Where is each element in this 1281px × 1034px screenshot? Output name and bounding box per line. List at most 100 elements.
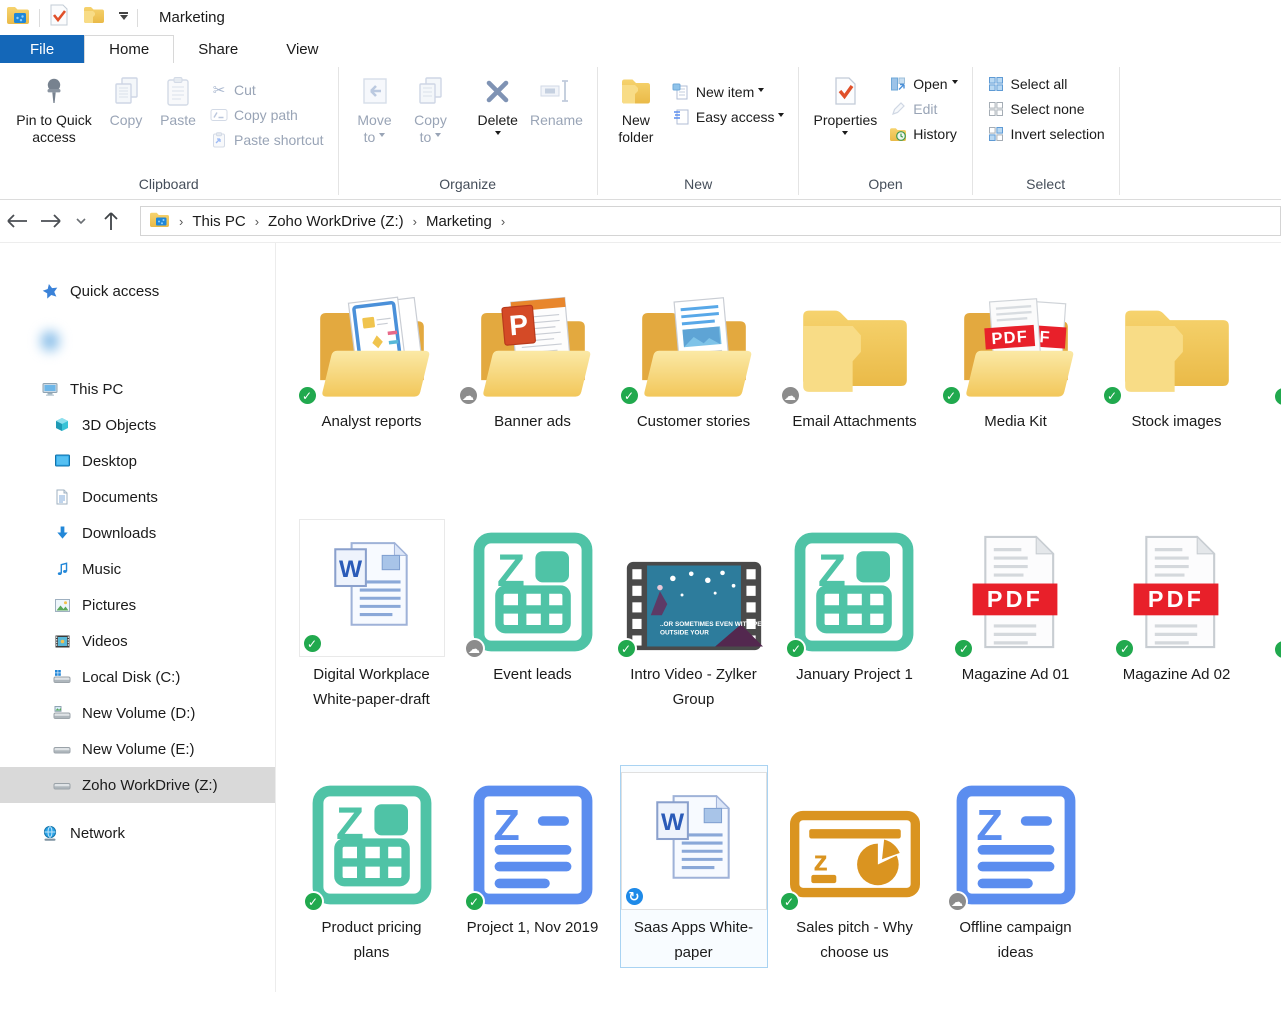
- sidebar-item-new-volume-d[interactable]: New Volume (D:): [0, 695, 275, 731]
- cut-button[interactable]: ✂ Cut: [204, 77, 330, 102]
- sidebar-item-new-volume-e[interactable]: New Volume (E:): [0, 731, 275, 767]
- easy-access-button[interactable]: Easy access: [666, 104, 791, 129]
- group-caption-organize: Organize: [339, 174, 597, 199]
- sidebar-item-zoho-workdrive-z[interactable]: Zoho WorkDrive (Z:): [0, 767, 275, 803]
- file-item-customer-stories[interactable]: ✓ Customer stories: [613, 259, 774, 512]
- sidebar-item-this-pc[interactable]: This PC: [0, 371, 275, 407]
- up-button[interactable]: [94, 211, 128, 231]
- tab-home[interactable]: Home: [84, 35, 174, 63]
- sidebar-item-desktop[interactable]: Desktop: [0, 443, 275, 479]
- sidebar-item-downloads[interactable]: Downloads: [0, 515, 275, 551]
- sidebar-item-label: Pictures: [82, 597, 136, 614]
- paste-shortcut-icon: [210, 132, 228, 148]
- sidebar-item-label: Videos: [82, 633, 128, 650]
- document-icon: [53, 489, 71, 505]
- file-item-digital-workplace-white-paper-draft[interactable]: W ✓ Digital Workplace White-paper-draft: [291, 512, 452, 765]
- move-to-button[interactable]: Move to: [347, 69, 403, 146]
- forward-button[interactable]: [34, 214, 68, 228]
- file-item-stock-images[interactable]: ✓ Stock images: [1096, 259, 1257, 512]
- sidebar-item-label: Local Disk (C:): [82, 669, 180, 686]
- rename-button[interactable]: Rename: [524, 69, 589, 129]
- synced-badge-icon: ✓: [302, 633, 323, 654]
- delete-button[interactable]: Delete: [472, 69, 524, 138]
- sidebar-item-videos[interactable]: Videos: [0, 623, 275, 659]
- tab-share[interactable]: Share: [174, 35, 262, 63]
- navigation-sidebar: Quick access This PC 3D Objects Desktop …: [0, 243, 276, 992]
- syncing-badge-icon: ↻: [624, 886, 645, 907]
- pin-to-quick-access-button[interactable]: Pin to Quick access: [8, 69, 100, 146]
- file-item-label: Digital Workplace White-paper-draft: [301, 662, 443, 714]
- qat-properties-icon[interactable]: [49, 4, 69, 31]
- address-folder-icon: [149, 211, 170, 232]
- sidebar-item-music[interactable]: Music: [0, 551, 275, 587]
- file-item-label: Banner ads: [492, 409, 573, 436]
- copy-button[interactable]: Copy: [100, 69, 152, 129]
- recent-locations-chevron-icon[interactable]: [68, 218, 94, 225]
- qat-customize-dropdown-icon[interactable]: [119, 12, 128, 24]
- file-item-label: Analyst reports: [319, 409, 423, 436]
- new-item-icon: [672, 83, 690, 100]
- sidebar-item-label: Downloads: [82, 525, 156, 542]
- sidebar-item-network[interactable]: Network: [0, 815, 275, 851]
- file-item-label: Event leads: [491, 662, 573, 689]
- ribbon-group-select: Select all Select none Invert selection …: [973, 63, 1119, 199]
- paste-shortcut-button[interactable]: Paste shortcut: [204, 127, 330, 152]
- qat-new-folder-icon[interactable]: [83, 6, 105, 29]
- breadcrumb-zoho-workdrive[interactable]: Zoho WorkDrive (Z:): [268, 213, 404, 230]
- move-to-icon: [361, 72, 388, 110]
- sidebar-item-3d-objects[interactable]: 3D Objects: [0, 407, 275, 443]
- easy-access-icon: [672, 108, 690, 125]
- pdf-icon: PDF: [1123, 532, 1229, 657]
- folder-plain-icon: [789, 293, 921, 404]
- new-folder-button[interactable]: New folder: [606, 69, 666, 146]
- video-icon: ..OR SOMETIMES EVEN WITH PEOPLOUTSIDE YO…: [625, 560, 763, 657]
- sidebar-item-label: Desktop: [82, 453, 137, 470]
- file-item-sales-pitch-why-choose-us[interactable]: z ✓ Sales pitch - Why choose us: [774, 765, 935, 992]
- history-button[interactable]: History: [883, 121, 963, 146]
- files-panel: ✓ Analyst reports P ☁ Banner ads ✓: [276, 243, 1281, 992]
- file-item-project-1-nov-2019[interactable]: Z ✓ Project 1, Nov 2019: [452, 765, 613, 992]
- select-all-button[interactable]: Select all: [981, 71, 1111, 96]
- sidebar-item-quick-access[interactable]: Quick access: [0, 273, 275, 309]
- properties-button[interactable]: Properties: [807, 69, 883, 138]
- file-item-magazine-ad-01[interactable]: PDF ✓ Magazine Ad 01: [935, 512, 1096, 765]
- back-button[interactable]: [0, 214, 34, 228]
- file-item-saas-apps-white-paper[interactable]: W ↻ Saas Apps White-paper: [613, 765, 774, 992]
- sidebar-item-pictures[interactable]: Pictures: [0, 587, 275, 623]
- invert-selection-button[interactable]: Invert selection: [981, 121, 1111, 146]
- address-bar[interactable]: › This PC › Zoho WorkDrive (Z:) › Market…: [140, 206, 1281, 236]
- file-item-label: Saas Apps White-paper: [623, 915, 765, 967]
- tab-file[interactable]: File: [0, 35, 84, 63]
- tab-view[interactable]: View: [262, 35, 342, 63]
- file-item-email-attachments[interactable]: ☁ Email Attachments: [774, 259, 935, 512]
- cloud-badge-icon: ☁: [947, 891, 968, 912]
- sidebar-item-documents[interactable]: Documents: [0, 479, 275, 515]
- synced-badge-icon: ✓: [616, 638, 637, 659]
- folder-ppt-icon: P: [467, 293, 599, 404]
- copy-to-button[interactable]: Copy to: [403, 69, 459, 146]
- download-icon: [53, 525, 71, 541]
- breadcrumb-marketing[interactable]: Marketing: [426, 213, 492, 230]
- synced-badge-icon: ✓: [779, 891, 800, 912]
- copy-path-button[interactable]: Copy path: [204, 102, 330, 127]
- sidebar-item-label: 3D Objects: [82, 417, 156, 434]
- file-item-analyst-reports[interactable]: ✓ Analyst reports: [291, 259, 452, 512]
- svg-text:W: W: [661, 808, 685, 835]
- file-item-event-leads[interactable]: Z ☁ Event leads: [452, 512, 613, 765]
- paste-button[interactable]: Paste: [152, 69, 204, 129]
- breadcrumb-this-pc[interactable]: This PC: [192, 213, 245, 230]
- new-item-button[interactable]: New item: [666, 79, 791, 104]
- file-item-magazine-ad-02[interactable]: PDF ✓ Magazine Ad 02: [1096, 512, 1257, 765]
- edit-button[interactable]: Edit: [883, 96, 963, 121]
- file-item-media-kit[interactable]: FPDF ✓ Media Kit: [935, 259, 1096, 512]
- file-item-product-pricing-plans[interactable]: Z ✓ Product pricing plans: [291, 765, 452, 992]
- sidebar-item-local-disk-c[interactable]: Local Disk (C:): [0, 659, 275, 695]
- file-item-intro-video-zylker-group[interactable]: ..OR SOMETIMES EVEN WITH PEOPLOUTSIDE YO…: [613, 512, 774, 765]
- sidebar-item-redacted[interactable]: [0, 323, 275, 359]
- file-item-january-project-1[interactable]: Z ✓ January Project 1: [774, 512, 935, 765]
- open-button[interactable]: Open: [883, 71, 963, 96]
- select-none-button[interactable]: Select none: [981, 96, 1111, 121]
- file-item-banner-ads[interactable]: P ☁ Banner ads: [452, 259, 613, 512]
- file-item-offline-campaign-ideas[interactable]: Z ☁ Offline campaign ideas: [935, 765, 1096, 992]
- network-icon: [41, 825, 59, 842]
